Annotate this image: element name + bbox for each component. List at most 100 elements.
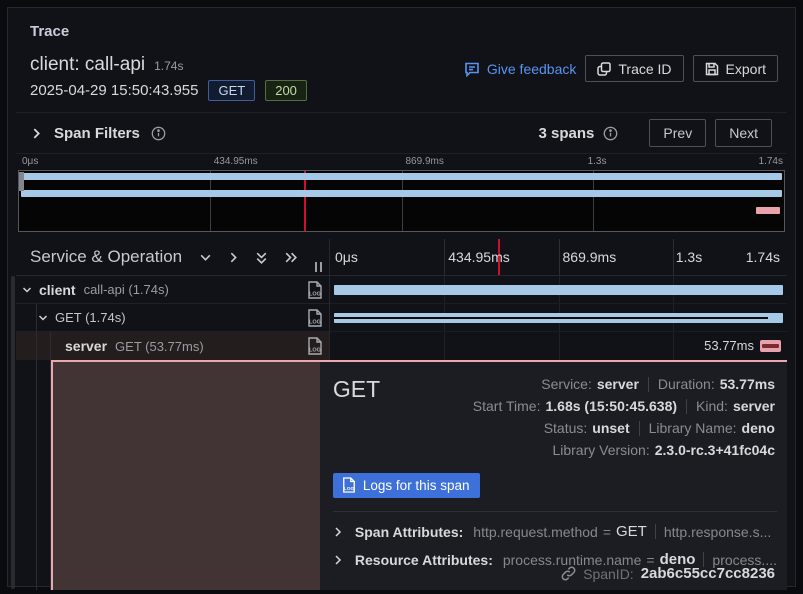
service-operation-header: Service & Operation [16,239,330,275]
svg-text:LOG: LOG [309,320,321,326]
info-icon [603,126,618,141]
minimap-span-bar-client [21,173,782,180]
span-filters-bar: Span Filters 3 spans Prev Next [16,112,787,154]
attribute-value: GET [616,523,647,540]
give-feedback-link[interactable]: Give feedback [464,61,577,77]
span-row-client[interactable]: client call-api (1.74s) LOG [16,276,787,304]
expand-one-icon[interactable] [227,251,240,264]
expand-all-icon[interactable] [283,251,298,264]
library-name-value: deno [742,420,775,436]
span-row-get[interactable]: GET (1.74s) LOG [16,304,787,332]
service-value: server [597,376,639,392]
save-icon [705,62,719,76]
collapse-one-icon[interactable] [199,251,212,264]
chevron-right-icon [333,527,343,537]
span-id-value: 2ab6c55cc7cc8236 [641,565,775,582]
span-count: 3 spans [539,125,595,142]
axis-tick: 1.3s [588,156,607,167]
axis-tick: 434.95ms [214,156,258,167]
trace-id-button[interactable]: Trace ID [585,55,683,82]
span-operation: GET (1.74s) [55,310,126,325]
chevron-right-icon[interactable] [31,128,42,139]
minimap-gridline [593,171,594,231]
critical-path-line [334,317,768,319]
info-icon [151,126,166,141]
span-attributes-section[interactable]: Span Attributes: http.request.method = G… [333,523,777,540]
status-value: unset [592,420,629,436]
chevron-down-icon[interactable] [38,313,48,323]
log-icon[interactable]: LOG [307,309,323,327]
critical-path-line [762,344,779,348]
trace-header: client: call-api 1.74s [30,54,183,76]
span-operation: GET (53.77ms) [115,339,204,354]
service-operation-title: Service & Operation [30,247,182,267]
axis-tick: 434.95ms [448,249,509,265]
svg-text:LOG: LOG [309,348,321,354]
chevron-right-icon [333,555,343,565]
meta-line: Status: unset Library Name: deno [544,420,775,436]
chevron-down-icon[interactable] [22,285,32,295]
copy-icon [597,62,611,76]
trace-duration: 1.74s [154,59,183,73]
axis-tick: 1.74s [759,156,783,167]
svg-text:LOG: LOG [309,292,321,298]
detail-gutter [16,360,51,590]
span-duration-label: 53.77ms [704,338,754,353]
export-button[interactable]: Export [693,55,778,82]
span-detail-panel: GET Service: server Duration: 53.77ms St… [320,362,787,590]
collapse-all-icon[interactable] [255,250,268,265]
span-service: server [65,338,107,354]
minimap-drag-handle[interactable] [19,172,24,191]
meta-line: Start Time: 1.68s (15:50:45.638) Kind: s… [473,398,775,414]
divider [333,511,777,512]
svg-text:LOG: LOG [344,486,355,492]
span-meta: Service: server Duration: 53.77ms Start … [473,376,777,458]
header-actions: Give feedback Trace ID Export [464,55,778,82]
minimap-cursor-line [304,171,306,231]
axis-gridline [444,239,445,275]
span-bar-client[interactable] [334,285,783,295]
panel-title: Trace [30,23,69,40]
span-service: client [39,282,76,298]
trace-meta-row: 2025-04-29 15:50:43.955 GET 200 [30,80,307,101]
timeline-minimap[interactable] [18,170,785,232]
minimap-gridline [402,171,403,231]
meta-line: Library Version: 2.3.0-rc.3+41fc04c [552,442,775,458]
span-bar-get[interactable] [334,313,783,323]
timeline-axis-header: 0μs 434.95ms 869.9ms 1.3s 1.74s [330,239,787,275]
http-status-badge: 200 [265,80,307,101]
trace-start-timestamp: 2025-04-29 15:50:43.955 [30,82,198,99]
prev-span-button[interactable]: Prev [649,119,706,147]
span-rows: client call-api (1.74s) LOG GET (1.74s) … [16,276,787,360]
minimap-axis-labels: 0μs 434.95ms 869.9ms 1.3s 1.74s [18,156,785,169]
span-operation: call-api (1.74s) [84,282,169,297]
minimap-span-bar-server [756,207,780,214]
axis-tick: 0μs [22,156,38,167]
axis-tick: 1.74s [746,249,780,265]
minimap-span-bar-get [21,190,782,197]
next-span-button[interactable]: Next [715,119,772,147]
span-bar-server[interactable] [760,340,781,352]
meta-line: Service: server Duration: 53.77ms [541,376,775,392]
axis-tick: 1.3s [676,249,702,265]
column-resize-handle[interactable] [315,262,322,272]
axis-gridline [559,239,560,275]
detail-span-title: GET [333,376,380,458]
link-icon[interactable] [561,566,576,581]
library-version-value: 2.3.0-rc.3+41fc04c [655,442,775,458]
log-icon[interactable]: LOG [307,337,323,355]
selected-span-tint [53,362,320,590]
minimap-gridline [210,171,211,231]
trace-panel: Trace client: call-api 1.74s 2025-04-29 … [7,7,796,587]
root-span-title: client: call-api [30,54,145,76]
kind-value: server [733,398,775,414]
timeline-grid-header: Service & Operation [16,239,787,276]
span-filters-title[interactable]: Span Filters [54,125,140,142]
log-icon[interactable]: LOG [307,281,323,299]
logs-for-span-button[interactable]: LOG Logs for this span [333,473,481,498]
comment-icon [464,61,480,77]
http-method-badge: GET [208,80,255,101]
vertical-scrollbar[interactable] [11,276,15,589]
log-icon: LOG [342,477,356,493]
span-row-server[interactable]: server GET (53.77ms) LOG 53.77ms [16,332,787,360]
